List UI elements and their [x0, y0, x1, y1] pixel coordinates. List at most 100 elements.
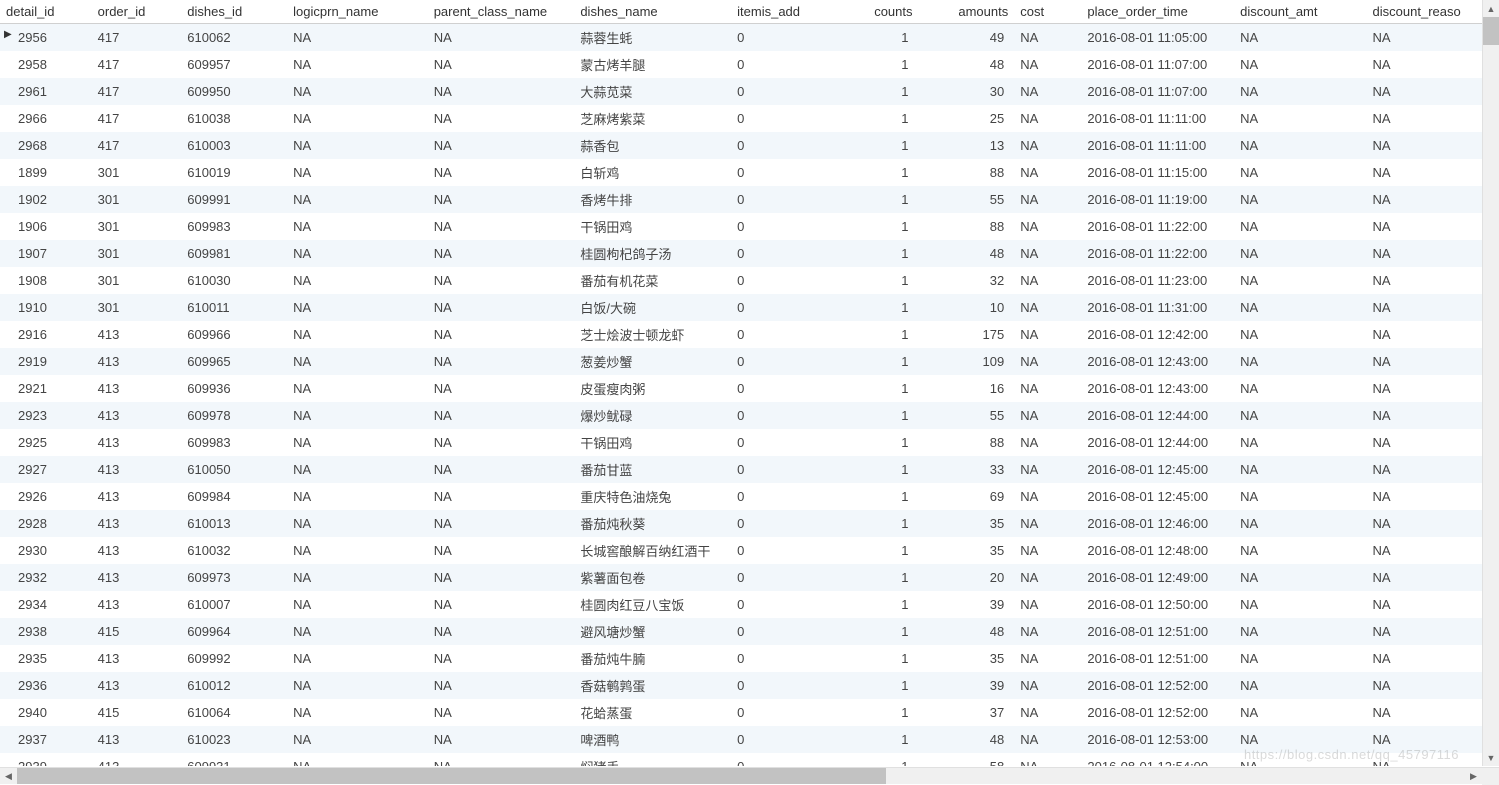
table-row[interactable]: 2961417609950NANA大蒜苋菜0130NA2016-08-01 11… — [0, 78, 1499, 105]
table-row[interactable]: 2927413610050NANA番茄甘蓝0133NA2016-08-01 12… — [0, 456, 1499, 483]
cell-dishes_id: 609931 — [181, 753, 287, 766]
column-header-discount_reaso[interactable]: discount_reaso — [1367, 0, 1499, 24]
cell-parent_class_name: NA — [428, 321, 575, 348]
column-header-place_order_time[interactable]: place_order_time — [1081, 0, 1234, 24]
table-row[interactable]: 1899301610019NANA白斩鸡0188NA2016-08-01 11:… — [0, 159, 1499, 186]
cell-cost: NA — [1014, 483, 1081, 510]
column-header-parent_class_name[interactable]: parent_class_name — [428, 0, 575, 24]
vertical-scrollbar[interactable]: ▲ ▼ — [1482, 0, 1499, 766]
cell-order_id: 417 — [92, 78, 182, 105]
cell-amounts: 25 — [919, 105, 1015, 132]
table-row[interactable]: 2968417610003NANA蒜香包0113NA2016-08-01 11:… — [0, 132, 1499, 159]
cell-discount_amt: NA — [1234, 375, 1366, 402]
column-header-counts[interactable]: counts — [841, 0, 918, 24]
hscroll-thumb[interactable] — [17, 768, 886, 784]
cell-discount_reaso: NA — [1367, 402, 1499, 429]
table-row[interactable]: 2935413609992NANA番茄炖牛腩0135NA2016-08-01 1… — [0, 645, 1499, 672]
cell-order_id: 417 — [92, 51, 182, 78]
cell-itemis_add: 0 — [731, 699, 841, 726]
cell-dishes_name: 番茄炖秋葵 — [574, 510, 731, 537]
data-grid[interactable]: ▶ detail_idorder_iddishes_idlogicprn_nam… — [0, 0, 1499, 766]
cell-dishes_name: 干锅田鸡 — [574, 213, 731, 240]
column-header-dishes_id[interactable]: dishes_id — [181, 0, 287, 24]
column-header-logicprn_name[interactable]: logicprn_name — [287, 0, 428, 24]
vscroll-track[interactable] — [1483, 17, 1499, 749]
vscroll-thumb[interactable] — [1483, 17, 1499, 45]
table-row[interactable]: 1908301610030NANA番茄有机花菜0132NA2016-08-01 … — [0, 267, 1499, 294]
cell-parent_class_name: NA — [428, 537, 575, 564]
cell-order_id: 413 — [92, 564, 182, 591]
cell-order_id: 413 — [92, 456, 182, 483]
table-row[interactable]: 2919413609965NANA葱姜炒蟹01109NA2016-08-01 1… — [0, 348, 1499, 375]
cell-cost: NA — [1014, 159, 1081, 186]
cell-parent_class_name: NA — [428, 267, 575, 294]
column-header-dishes_name[interactable]: dishes_name — [574, 0, 731, 24]
table-row[interactable]: 2966417610038NANA芝麻烤紫菜0125NA2016-08-01 1… — [0, 105, 1499, 132]
cell-parent_class_name: NA — [428, 456, 575, 483]
cell-place_order_time: 2016-08-01 11:19:00 — [1081, 186, 1234, 213]
table-row[interactable]: 2926413609984NANA重庆特色油烧兔0169NA2016-08-01… — [0, 483, 1499, 510]
table-row[interactable]: 2939413609931NANA焖猪手0158NA2016-08-01 12:… — [0, 753, 1499, 766]
cell-discount_amt: NA — [1234, 699, 1366, 726]
table-row[interactable]: 2928413610013NANA番茄炖秋葵0135NA2016-08-01 1… — [0, 510, 1499, 537]
cell-order_id: 413 — [92, 645, 182, 672]
cell-order_id: 301 — [92, 213, 182, 240]
column-header-amounts[interactable]: amounts — [919, 0, 1015, 24]
table-row[interactable]: 2940415610064NANA花蛤蒸蛋0137NA2016-08-01 12… — [0, 699, 1499, 726]
cell-discount_reaso: NA — [1367, 159, 1499, 186]
cell-dishes_name: 紫薯面包卷 — [574, 564, 731, 591]
cell-discount_reaso: NA — [1367, 429, 1499, 456]
table-row[interactable]: 2932413609973NANA紫薯面包卷0120NA2016-08-01 1… — [0, 564, 1499, 591]
scroll-up-icon[interactable]: ▲ — [1483, 0, 1499, 17]
cell-discount_amt: NA — [1234, 591, 1366, 618]
table-row[interactable]: 2930413610032NANA长城窖酿解百纳红酒干0135NA2016-08… — [0, 537, 1499, 564]
table-row[interactable]: 1906301609983NANA干锅田鸡0188NA2016-08-01 11… — [0, 213, 1499, 240]
cell-dishes_name: 干锅田鸡 — [574, 429, 731, 456]
cell-amounts: 35 — [919, 510, 1015, 537]
table-row[interactable]: 2938415609964NANA避风塘炒蟹0148NA2016-08-01 1… — [0, 618, 1499, 645]
scroll-left-icon[interactable]: ◀ — [0, 768, 17, 784]
table-row[interactable]: 2925413609983NANA干锅田鸡0188NA2016-08-01 12… — [0, 429, 1499, 456]
column-header-discount_amt[interactable]: discount_amt — [1234, 0, 1366, 24]
cell-dishes_name: 焖猪手 — [574, 753, 731, 766]
table-row[interactable]: 1910301610011NANA白饭/大碗0110NA2016-08-01 1… — [0, 294, 1499, 321]
cell-logicprn_name: NA — [287, 132, 428, 159]
cell-itemis_add: 0 — [731, 429, 841, 456]
table-row[interactable]: 2934413610007NANA桂圆肉红豆八宝饭0139NA2016-08-0… — [0, 591, 1499, 618]
scroll-down-icon[interactable]: ▼ — [1483, 749, 1499, 766]
cell-logicprn_name: NA — [287, 159, 428, 186]
column-header-detail_id[interactable]: detail_id — [0, 0, 92, 24]
cell-dishes_name: 芝士烩波士顿龙虾 — [574, 321, 731, 348]
cell-counts: 1 — [841, 753, 918, 766]
cell-dishes_name: 番茄甘蓝 — [574, 456, 731, 483]
table-row[interactable]: 2921413609936NANA皮蛋瘦肉粥0116NA2016-08-01 1… — [0, 375, 1499, 402]
table-row[interactable]: 1902301609991NANA香烤牛排0155NA2016-08-01 11… — [0, 186, 1499, 213]
cell-logicprn_name: NA — [287, 510, 428, 537]
table-row[interactable]: 2916413609966NANA芝士烩波士顿龙虾01175NA2016-08-… — [0, 321, 1499, 348]
cell-amounts: 35 — [919, 537, 1015, 564]
table-row[interactable]: 2958417609957NANA蒙古烤羊腿0148NA2016-08-01 1… — [0, 51, 1499, 78]
cell-parent_class_name: NA — [428, 402, 575, 429]
table-row[interactable]: 2923413609978NANA爆炒鱿碌0155NA2016-08-01 12… — [0, 402, 1499, 429]
cell-parent_class_name: NA — [428, 78, 575, 105]
cell-parent_class_name: NA — [428, 240, 575, 267]
cell-detail_id: 2937 — [0, 726, 92, 753]
hscroll-track[interactable] — [17, 768, 1465, 784]
scroll-right-icon[interactable]: ▶ — [1465, 768, 1482, 784]
column-header-order_id[interactable]: order_id — [92, 0, 182, 24]
table-row[interactable]: 2937413610023NANA啤酒鸭0148NA2016-08-01 12:… — [0, 726, 1499, 753]
cell-counts: 1 — [841, 294, 918, 321]
cell-counts: 1 — [841, 699, 918, 726]
cell-amounts: 69 — [919, 483, 1015, 510]
cell-dishes_id: 609957 — [181, 51, 287, 78]
cell-order_id: 417 — [92, 132, 182, 159]
column-header-cost[interactable]: cost — [1014, 0, 1081, 24]
table-row[interactable]: 1907301609981NANA桂圆枸杞鸽子汤0148NA2016-08-01… — [0, 240, 1499, 267]
cell-amounts: 48 — [919, 618, 1015, 645]
cell-cost: NA — [1014, 186, 1081, 213]
cell-discount_reaso: NA — [1367, 618, 1499, 645]
table-row[interactable]: 2936413610012NANA香菇鹌鹑蛋0139NA2016-08-01 1… — [0, 672, 1499, 699]
column-header-itemis_add[interactable]: itemis_add — [731, 0, 841, 24]
table-row[interactable]: 2956417610062NANA蒜蓉生蚝0149NA2016-08-01 11… — [0, 24, 1499, 52]
horizontal-scrollbar[interactable]: ◀ ▶ — [0, 767, 1499, 784]
